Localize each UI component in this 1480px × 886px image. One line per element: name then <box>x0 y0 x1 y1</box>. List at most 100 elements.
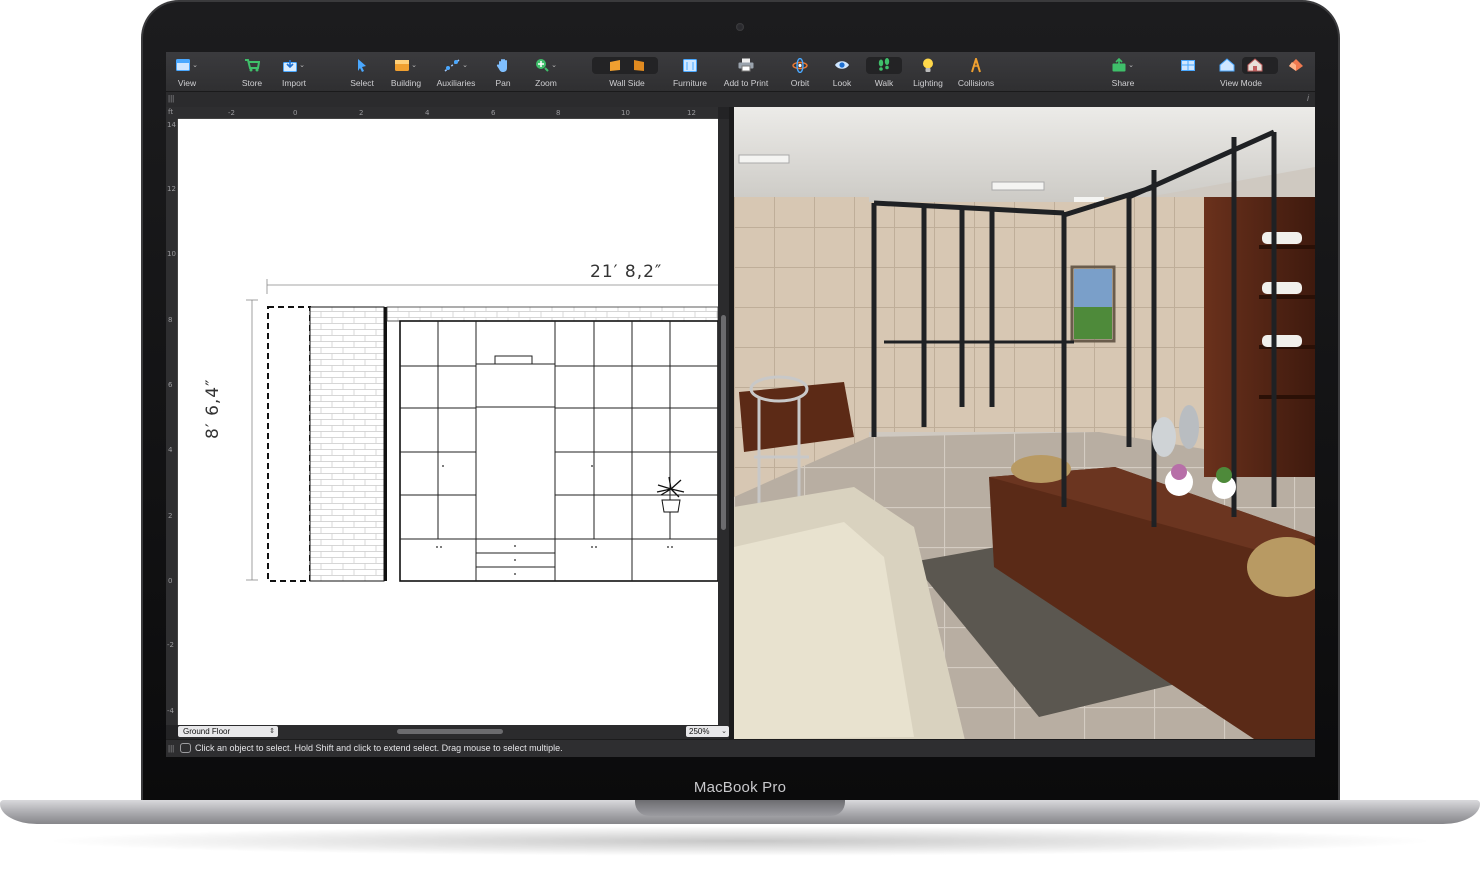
view-mode-split-button[interactable]: View Mode <box>1212 56 1270 90</box>
ruler-horizontal: -2 0 2 4 6 8 10 12 <box>178 107 718 119</box>
ruler-tick: 10 <box>621 109 630 117</box>
toolbar-label: Import <box>281 78 307 88</box>
speech-bubble-icon <box>180 743 191 753</box>
vertical-scrollbar[interactable] <box>718 119 729 725</box>
view-icon <box>176 59 191 71</box>
info-icon[interactable]: i <box>1307 94 1309 103</box>
toolbar-label: View <box>177 78 197 88</box>
elevation-canvas[interactable]: 21′ 8,2″ 8′ 6,4″ <box>178 119 718 725</box>
toolbar-label: Collisions <box>957 78 995 88</box>
print-icon <box>738 58 754 72</box>
toolbar-label: Wall Side <box>609 78 645 88</box>
toolbar-label: Pan <box>495 78 511 88</box>
panel-grip-icon[interactable]: ||| <box>168 745 174 753</box>
ruler-tick: 0 <box>293 109 298 117</box>
toolbar-label: View Mode <box>1220 78 1262 88</box>
toolbar-orbit-button[interactable]: Orbit <box>788 56 812 90</box>
toolbar-view-button[interactable]: ⌄ View <box>172 56 202 90</box>
camera-icon <box>736 23 744 31</box>
store-cart-icon <box>244 58 260 72</box>
ruler-tick: 6 <box>168 381 173 389</box>
panel-grip-icon[interactable]: ||| <box>168 95 174 103</box>
toolbar-label: Store <box>241 78 263 88</box>
ruler-tick: 10 <box>167 250 176 258</box>
zoom-icon <box>535 58 549 72</box>
ruler-tick: 0 <box>168 577 173 585</box>
view-mode-3d-button[interactable] <box>1286 56 1306 90</box>
toolbar-select-button[interactable]: Select <box>347 56 377 90</box>
pan-hand-icon <box>496 58 510 73</box>
width-dimension-label: 21′ 8,2″ <box>590 262 663 282</box>
toolbar-collisions-button[interactable]: Collisions <box>954 56 998 90</box>
ruler-tick: 2 <box>359 109 364 117</box>
info-strip: ||| i <box>166 93 1315 107</box>
select-arrow-icon <box>356 58 368 72</box>
toolbar-label: Add to Print <box>723 78 769 88</box>
wall-side-icon <box>607 59 647 72</box>
toolbar-look-button[interactable]: Look <box>830 56 854 90</box>
collisions-icon <box>970 57 982 73</box>
house-3d-icon <box>1288 58 1304 72</box>
toolbar-furniture-button[interactable]: Furniture <box>670 56 710 90</box>
ruler-tick: 4 <box>425 109 430 117</box>
ruler-tick: 8 <box>556 109 561 117</box>
toolbar-zoom-button[interactable]: ⌄ Zoom <box>532 56 560 90</box>
horizontal-scroll-thumb[interactable] <box>397 729 503 734</box>
toolbar-import-button[interactable]: ⌄ Import <box>278 56 310 90</box>
toolbar-label: Auxiliaries <box>436 78 476 88</box>
app-window: ⌄ View Store ⌄ Import Select ⌄ Building … <box>166 52 1315 757</box>
3d-bathroom-render <box>734 107 1315 739</box>
floor-selector-value: Ground Floor <box>183 727 231 736</box>
elevation-view-pane: ft -2 0 2 4 6 8 10 12 14 12 10 8 6 4 2 0… <box>166 107 729 739</box>
status-message: Click an object to select. Hold Shift an… <box>195 743 563 753</box>
toolbar-lighting-button[interactable]: Lighting <box>910 56 946 90</box>
status-bar: ||| Click an object to select. Hold Shif… <box>166 739 1315 757</box>
toolbar-building-button[interactable]: ⌄ Building <box>388 56 424 90</box>
share-icon <box>1112 58 1126 72</box>
plan-bottom-bar: Ground Floor ⇕ 250% ⌄ <box>178 725 729 739</box>
ruler-vertical: 14 12 10 8 6 4 2 0 -2 -4 <box>166 119 178 725</box>
lighting-bulb-icon <box>922 58 934 73</box>
toolbar-wall-side-button[interactable]: Wall Side <box>602 56 652 90</box>
toolbar-add-to-print-button[interactable]: Add to Print <box>720 56 772 90</box>
laptop-notch <box>635 800 845 816</box>
floor-selector[interactable]: Ground Floor ⇕ <box>178 726 278 737</box>
view-mode-2d-button[interactable] <box>1178 56 1198 90</box>
building-icon <box>395 59 410 72</box>
ruler-tick: 12 <box>167 185 176 193</box>
vertical-scroll-thumb[interactable] <box>721 315 726 530</box>
toolbar-walk-button[interactable]: Walk <box>872 56 896 90</box>
3d-view-pane[interactable] <box>734 107 1315 739</box>
ruler-tick: 6 <box>491 109 496 117</box>
ruler-tick: 2 <box>168 512 173 520</box>
look-eye-icon <box>834 60 850 70</box>
device-label: MacBook Pro <box>693 779 787 796</box>
toolbar-auxiliaries-button[interactable]: ⌄ Auxiliaries <box>434 56 478 90</box>
toolbar-store-button[interactable]: Store <box>238 56 266 90</box>
toolbar-pan-button[interactable]: Pan <box>492 56 514 90</box>
zoom-level-value: 250% <box>689 727 710 736</box>
walk-footprints-icon <box>877 58 891 72</box>
toolbar-label: Building <box>390 78 422 88</box>
elevation-drawing <box>246 279 718 582</box>
ruler-tick: 8 <box>168 316 173 324</box>
toolbar-label: Lighting <box>913 78 943 88</box>
ruler-tick: 4 <box>168 446 173 454</box>
updown-chevron-icon: ⇕ <box>269 728 275 735</box>
toolbar-label: Walk <box>874 78 894 88</box>
main-toolbar: ⌄ View Store ⌄ Import Select ⌄ Building … <box>166 52 1315 92</box>
ruler-tick: 12 <box>687 109 696 117</box>
ruler-tick: -2 <box>167 641 174 649</box>
toolbar-label: Share <box>1111 78 1135 88</box>
toolbar-share-button[interactable]: ⌄ Share <box>1108 56 1138 90</box>
toolbar-label: Select <box>350 78 374 88</box>
zoom-level-field[interactable]: 250% ⌄ <box>686 726 729 737</box>
house-split-icon <box>1218 58 1264 72</box>
toolbar-label: Zoom <box>535 78 557 88</box>
toolbar-label: Orbit <box>790 78 810 88</box>
toolbar-label: Furniture <box>672 78 707 88</box>
import-icon <box>283 59 298 72</box>
height-dimension-label: 8′ 6,4″ <box>203 378 223 439</box>
ruler-tick: -4 <box>167 707 174 715</box>
ruler-tick: -2 <box>228 109 235 117</box>
